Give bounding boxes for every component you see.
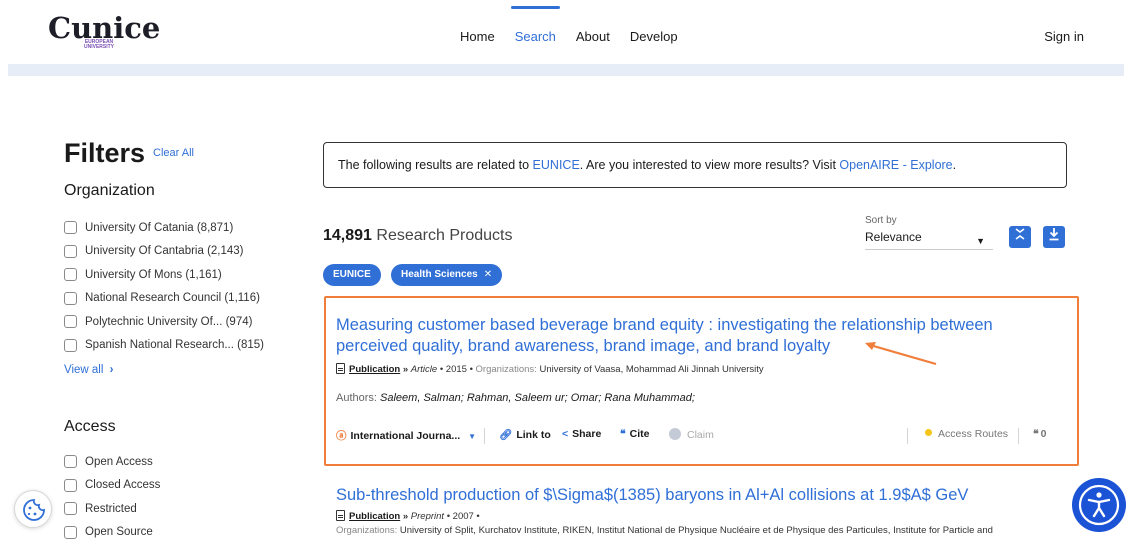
- nav-develop[interactable]: Develop: [620, 0, 688, 64]
- quote-icon: ❝: [620, 428, 626, 440]
- header-band: [8, 64, 1124, 76]
- cookie-icon: [15, 491, 53, 529]
- result-title[interactable]: Sub-threshold production of $\Sigma$(138…: [336, 485, 968, 506]
- access-routes-button[interactable]: Access Routes: [925, 428, 1008, 440]
- filter-option[interactable]: Polytechnic University Of... (974): [64, 310, 264, 334]
- download-button[interactable]: [1043, 226, 1065, 248]
- filter-option[interactable]: National Research Council (1,116): [64, 287, 264, 311]
- filters-title: Filters: [64, 138, 145, 169]
- checkbox[interactable]: [64, 292, 77, 305]
- checkbox[interactable]: [64, 221, 77, 234]
- nav-search[interactable]: Search: [505, 0, 566, 64]
- divider: [907, 428, 908, 444]
- link-icon: 🔗︎: [499, 429, 512, 441]
- filter-option[interactable]: Closed Access: [64, 474, 160, 498]
- view-all-organizations-link[interactable]: View all ›: [64, 364, 113, 376]
- filter-option[interactable]: Restricted: [64, 497, 160, 521]
- access-filter-list: Open Access Closed Access Restricted Ope…: [64, 450, 160, 544]
- result-meta: Publication » Preprint • 2007 •: [336, 510, 480, 522]
- link-to-button[interactable]: 🔗︎Link to: [499, 428, 551, 441]
- collapse-icon: [1014, 227, 1026, 241]
- claim-button[interactable]: Claim: [669, 428, 714, 441]
- main-nav: Home Search About Develop: [450, 0, 688, 64]
- result-meta: Publication » Article • 2015 • Organizat…: [336, 363, 764, 375]
- access-dot-icon: [925, 429, 932, 436]
- access-title: Access: [64, 418, 116, 436]
- filter-option[interactable]: University Of Mons (1,161): [64, 263, 264, 287]
- filter-option[interactable]: Spanish National Research... (815): [64, 334, 264, 358]
- document-icon: [336, 363, 345, 374]
- checkbox[interactable]: [64, 479, 77, 492]
- download-icon: [1048, 227, 1060, 241]
- chip-health-sciences[interactable]: Health Sciences✕: [391, 264, 502, 286]
- filter-option[interactable]: Open Source: [64, 521, 160, 544]
- related-results-notice: The following results are related to EUN…: [323, 142, 1067, 188]
- openaire-explore-link[interactable]: OpenAIRE - Explore: [839, 158, 952, 172]
- source-dropdown[interactable]: ⓐInternational Journa... ▼: [336, 428, 476, 443]
- eunice-link[interactable]: EUNICE: [533, 158, 580, 172]
- checkbox[interactable]: [64, 339, 77, 352]
- publication-type-link[interactable]: Publication: [349, 364, 400, 375]
- clear-all-link[interactable]: Clear All: [153, 147, 194, 159]
- nav-home[interactable]: Home: [450, 0, 505, 64]
- filter-option[interactable]: Open Access: [64, 450, 160, 474]
- share-button[interactable]: <Share: [562, 428, 601, 440]
- collapse-all-button[interactable]: [1009, 226, 1031, 248]
- sign-in-link[interactable]: Sign in: [1044, 29, 1084, 44]
- document-icon: [336, 510, 345, 521]
- checkbox[interactable]: [64, 502, 77, 515]
- share-icon: <: [562, 428, 568, 440]
- accessibility-button[interactable]: [1072, 478, 1126, 532]
- filter-option[interactable]: University Of Catania (8,871): [64, 216, 264, 240]
- sort-label: Sort by: [865, 215, 897, 226]
- eunice-logo[interactable]: Cunice EUROPEANUNIVERSITY: [48, 14, 144, 50]
- publication-type-link[interactable]: Publication: [349, 511, 400, 522]
- citations-count: ❝0: [1033, 428, 1047, 440]
- orange-arrow-annotation: [862, 338, 940, 370]
- logo-subtext: EUROPEANUNIVERSITY: [84, 40, 114, 50]
- quote-icon: ❝: [1033, 428, 1039, 440]
- organization-filter-list: University Of Catania (8,871) University…: [64, 216, 264, 357]
- result-authors: Authors: Saleem, Salman; Rahman, Saleem …: [336, 392, 695, 404]
- checkbox[interactable]: [64, 315, 77, 328]
- divider: [1018, 428, 1019, 444]
- accessibility-icon: [1072, 478, 1126, 532]
- checkbox[interactable]: [64, 455, 77, 468]
- checkbox[interactable]: [64, 245, 77, 258]
- cite-button[interactable]: ❝Cite: [620, 428, 650, 440]
- checkbox[interactable]: [64, 268, 77, 281]
- chip-eunice[interactable]: EUNICE: [323, 264, 381, 286]
- caret-down-icon: ▼: [468, 432, 476, 441]
- chevron-right-icon: ›: [110, 364, 114, 376]
- open-access-icon: ⓐ: [336, 430, 347, 442]
- claim-icon: [669, 428, 681, 440]
- result-orgs: Organizations: University of Split, Kurc…: [336, 525, 993, 536]
- sort-select[interactable]: Relevance ▼: [865, 228, 993, 250]
- header: Cunice EUROPEANUNIVERSITY Home Search Ab…: [0, 0, 1130, 64]
- divider: [484, 428, 485, 444]
- result-actions: ⓐInternational Journa... ▼ 🔗︎Link to <Sh…: [336, 428, 1071, 444]
- nav-about[interactable]: About: [566, 0, 620, 64]
- close-icon[interactable]: ✕: [484, 269, 492, 280]
- filter-option[interactable]: University Of Cantabria (2,143): [64, 240, 264, 264]
- organization-title: Organization: [64, 182, 155, 200]
- logo-wordmark: Cunice: [48, 14, 160, 42]
- results-count: 14,891 Research Products: [323, 227, 512, 245]
- cookie-settings-button[interactable]: [14, 490, 52, 528]
- caret-down-icon: ▼: [976, 232, 985, 250]
